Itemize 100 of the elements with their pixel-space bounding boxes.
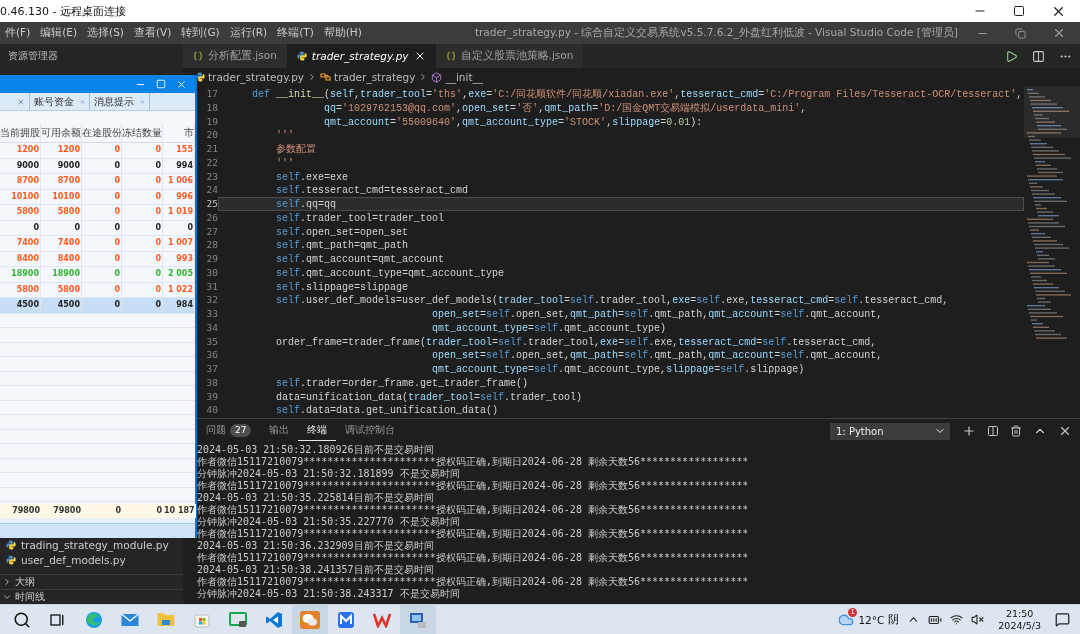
run-icon[interactable] [1005,49,1018,63]
table-cell: 0 [122,174,163,190]
menu-item[interactable]: 运行(R) [224,26,273,40]
line-number: 35 [206,334,218,349]
scrollbar[interactable] [0,518,195,523]
code-line: order_frame=trader_frame(trader_tool=self.trader_tool,exe=self.exe,tesseract_cmd=self.tesseract_cmd, [275,335,878,349]
file-item[interactable]: user_def_models.py [0,552,183,567]
menu-item[interactable]: 编辑(E) [35,26,83,40]
table-cell: 0 [0,220,41,236]
close-icon[interactable] [1058,424,1072,438]
notifications-icon[interactable] [1055,612,1070,627]
editor-tab[interactable]: 自定义股票池策略.json [435,44,584,68]
panel-tab[interactable]: 问题 27 [197,421,261,441]
code-line: self.qmt_account_type=qmt_account_type [275,266,506,280]
w-logo-icon[interactable] [373,611,391,628]
maximize-icon[interactable] [1013,5,1025,17]
code-line: self.user_def_models=user_def_models(trader_tool=self.trader_tool,exe=self.exe,tesseract_cmd=self.tesseract_cmd, [275,294,950,307]
line-number: 17 [206,87,218,101]
menu-item[interactable]: 转到(G) [176,26,225,40]
menu-item[interactable]: 查看(V) [128,26,177,40]
table-cell: 8700 [41,174,82,190]
menu-item[interactable]: 件(F) [0,26,36,40]
line-number: 20 [206,128,218,142]
split-terminal-icon[interactable] [987,425,999,437]
table-cell: 993 [163,251,195,267]
terminal-line: 2024-05-03 21:50:38.241357目前不是交易时间 [197,564,434,576]
code-editor-icon[interactable] [265,610,283,629]
table-cell: 0 [82,251,122,267]
panel-tab[interactable]: 终端 [298,421,337,441]
code-line: self.qmt_path=qmt_path [275,239,410,252]
store-icon[interactable] [194,611,210,628]
wifi-icon[interactable] [950,613,964,626]
terminal-line: 作者微信15117210079**********************授权码正确,到期日2024-06-28 剩余天数56****************** [197,480,749,492]
line-number: 24 [206,183,218,197]
editor-tab[interactable]: trader_strategy.py [286,44,436,68]
breadcrumb-item[interactable]: __init__ [445,71,484,83]
task-view-icon[interactable] [50,612,66,627]
terminal-line: 分钟脉冲2024-05-03 21:50:35.227770 不是交易时间 [197,516,460,528]
code-line: self.data=data.get_unification_data() [275,404,500,417]
total-cell: 0 [122,504,163,518]
code-line: self.trader=order_frame.get_trader_frame() [275,376,530,390]
column-header[interactable]: 市 [163,124,195,143]
editor-tab[interactable]: 分析配置.json [183,44,287,68]
code-line: self.exe=exe [275,170,350,184]
column-header[interactable]: 在途股份 [82,124,122,143]
table-cell: 994 [163,158,195,174]
terminal-select[interactable]: 1: Python [830,422,950,440]
breadcrumb-item[interactable]: trader_strategy.py [208,71,305,83]
file-item[interactable]: trading_strategy_module.py [0,537,183,552]
panel-tab[interactable]: 输出 [260,421,299,441]
table-cell: 0 [82,267,122,283]
menu-item[interactable]: 选择(S) [82,26,129,40]
table-cell: 1 019 [163,205,195,221]
search-icon[interactable] [13,610,31,629]
line-number: 19 [206,114,218,129]
trash-icon[interactable] [1010,425,1022,437]
code-line: qmt_account_type=self.qmt_account_type,slippage=self.slippage) [431,363,806,376]
terminal-line: 2024-05-03 21:50:36.232909目前不是交易时间 [197,540,434,552]
terminal-line: 作者微信15117210079**********************授权码正确,到期日2024-06-28 剩余天数56****************** [197,528,749,540]
mail-icon[interactable] [121,612,139,627]
line-number: 28 [206,238,218,252]
menu-item[interactable]: 终端(T) [272,26,319,40]
restore-icon[interactable] [1015,27,1026,39]
table-cell: 996 [163,189,195,205]
column-header[interactable]: 冻结数量 [122,124,163,143]
monitor-icon[interactable] [229,611,247,628]
table-cell: 0 [122,267,163,283]
breadcrumb-item[interactable]: trader_strategy [334,71,416,83]
table-cell: 0 [82,236,122,252]
split-editor-icon[interactable] [1032,49,1045,63]
code-line: self.open_set=open_set [275,225,410,239]
table-cell: 4500 [0,298,41,314]
browser-icon[interactable] [85,610,103,629]
line-number: 18 [206,100,218,115]
table-cell: 10100 [41,189,82,205]
panel-tab[interactable]: 调试控制台 [336,421,405,441]
m-logo-icon[interactable] [337,610,355,629]
chat-bubbles-icon[interactable] [300,610,320,629]
code-line: qq='1029762153@qq.com',open_set='否',qmt_path='D:/国金QMT交易端模拟/userdata_mini', [323,101,808,115]
table-cell: 1200 [41,143,82,159]
table-cell: 0 [82,158,122,174]
code-line: data=unification_data(trader_tool=self.trader_tool) [275,390,584,404]
line-number: 25 [206,197,218,211]
table-cell: 0 [41,220,82,236]
line-number: 22 [206,155,218,170]
line-number: 40 [206,403,218,417]
window-title: 0.46.130 - 远程桌面连接 [0,3,126,19]
table-cell: 2 005 [163,267,195,283]
terminal-line: 作者微信15117210079**********************授权码正确,到期日2024-06-28 剩余天数56****************** [197,504,749,516]
table-cell: 1 007 [163,236,195,252]
terminal-line: 2024-05-03 21:50:32.180926目前不是交易时间 [197,444,434,456]
code-line: qmt_account='55009640',qmt_account_type='STOCK',slippage=0.01): [323,115,704,129]
section-header[interactable]: 大纲 [0,574,183,589]
column-header[interactable]: 可用余额 [41,124,82,143]
column-header[interactable]: 当前拥股 [0,124,41,143]
folder-icon[interactable] [157,612,175,627]
menu-item[interactable]: 帮助(H) [318,26,367,40]
plus-icon[interactable] [962,424,976,438]
remote-desktop-icon[interactable] [409,610,427,629]
muted-speaker-icon[interactable] [971,613,985,626]
